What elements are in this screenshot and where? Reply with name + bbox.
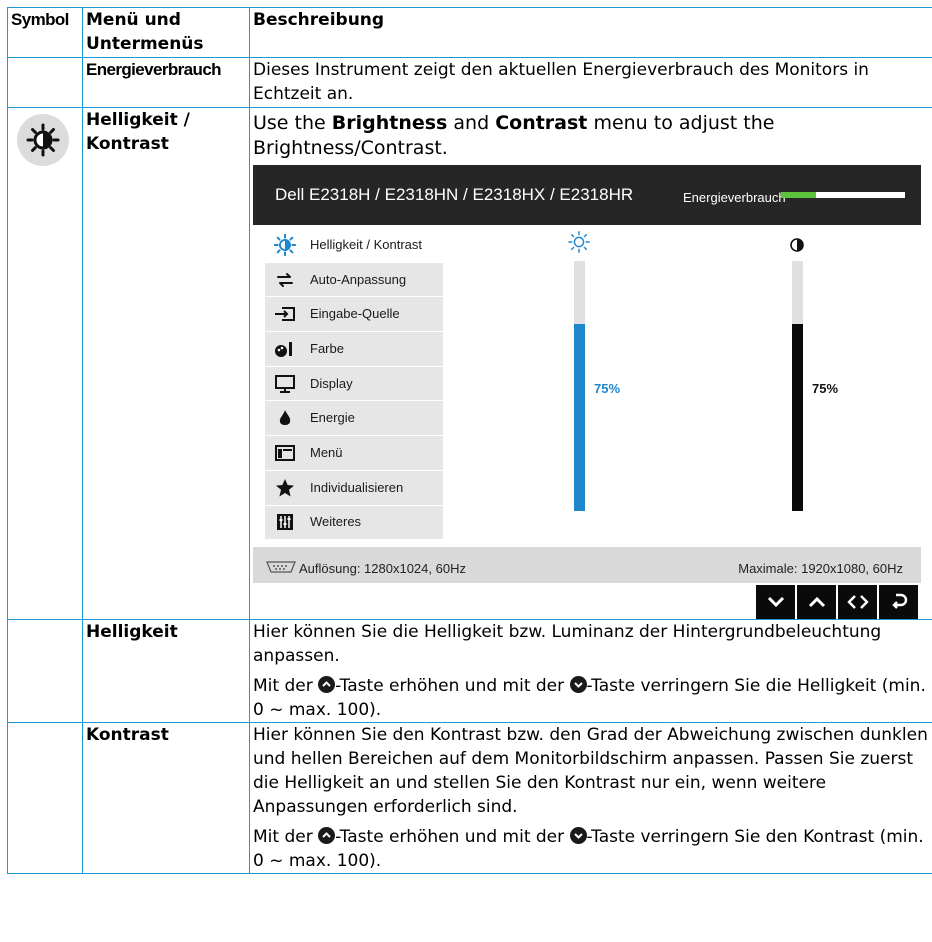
down-key-icon — [569, 827, 587, 844]
others-icon — [274, 511, 296, 533]
osd-menu: Helligkeit / Kontrast Auto-Anpassung Ein… — [265, 228, 443, 541]
back-icon — [891, 593, 907, 609]
contrast-slider[interactable] — [792, 261, 803, 511]
symbol-cell-empty — [7, 722, 83, 874]
osd-screenshot: Dell E2318H / E2318HN / E2318HX / E2318H… — [253, 165, 921, 619]
header-description: Beschreibung — [249, 7, 932, 58]
vga-icon — [265, 558, 297, 582]
header-symbol: Symbol — [7, 7, 83, 58]
color-icon — [274, 338, 296, 360]
contrast-slider-fill — [792, 323, 803, 511]
menu-item-label: Display — [310, 375, 353, 391]
osd-model-title: Dell E2318H / E2318HN / E2318HX / E2318H… — [275, 185, 634, 204]
down-key-icon — [569, 676, 587, 693]
brightness-slider[interactable] — [574, 261, 585, 511]
brightness-value: 75% — [594, 381, 621, 396]
auto-adjust-icon — [274, 269, 296, 291]
menu-label-energy: Energieverbrauch — [82, 57, 250, 108]
chevron-down-icon — [767, 596, 784, 608]
menu-item-input-source[interactable]: Eingabe-Quelle — [265, 297, 443, 333]
back-button[interactable] — [879, 585, 918, 619]
energy-icon — [274, 407, 296, 429]
symbol-cell-empty — [7, 57, 83, 108]
brightness-text: Hier können Sie die Helligkeit bzw. Lumi… — [253, 622, 882, 666]
osd-energy-label: Energieverbrauch — [683, 190, 786, 205]
chevron-up-icon — [808, 596, 825, 608]
up-key-icon — [318, 676, 336, 693]
symbol-cell-brightness — [7, 107, 83, 620]
description-brightness-contrast: Use the Brightness and Contrast menu to … — [249, 107, 932, 620]
table-row-contrast: Kontrast Hier können Sie den Kontrast bz… — [7, 722, 932, 874]
menu-item-label: Farbe — [310, 340, 344, 356]
menu-item-personalize[interactable]: Individualisieren — [265, 470, 443, 506]
menu-item-auto-adjust[interactable]: Auto-Anpassung — [265, 262, 443, 298]
menu-item-label: Auto-Anpassung — [310, 271, 407, 287]
manual-table: Symbol Menü und Untermenüs Beschreibung … — [7, 7, 932, 874]
brightness-icon — [274, 233, 296, 256]
table-row-brightness-contrast: Helligkeit / Kontrast Use the Brightness… — [7, 107, 932, 620]
energy-meter — [781, 192, 905, 198]
menu-item-color[interactable]: Farbe — [265, 332, 443, 367]
osd-body: Helligkeit / Kontrast Auto-Anpassung Ein… — [253, 225, 921, 547]
table-row-brightness: Helligkeit Hier können Sie die Helligkei… — [7, 619, 932, 723]
max-resolution: Maximale: 1920x1080, 60Hz — [738, 561, 903, 576]
select-button[interactable] — [838, 585, 877, 619]
menu-label-contrast: Kontrast — [82, 722, 250, 874]
header-menu: Menü und Untermenüs — [82, 7, 250, 58]
menu-label-brightness-contrast: Helligkeit / Kontrast — [82, 107, 250, 620]
table-row-energy: Energieverbrauch Dieses Instrument zeigt… — [7, 57, 932, 108]
energy-meter-fill — [781, 192, 816, 198]
menu-item-label: Energie — [310, 410, 355, 426]
input-source-icon — [274, 303, 296, 325]
menu-icon — [274, 442, 296, 464]
menu-item-menu[interactable]: Menü — [265, 436, 443, 471]
symbol-cell-empty — [7, 619, 83, 723]
brightness-keys-text: Mit der -Taste erhöhen und mit der -Tast… — [253, 676, 926, 720]
menu-item-energy[interactable]: Energie — [265, 401, 443, 437]
menu-item-label: Eingabe-Quelle — [310, 306, 400, 322]
contrast-keys-text: Mit der -Taste erhöhen und mit der -Tast… — [253, 827, 924, 871]
brightness-slider-icon — [568, 231, 590, 260]
menu-item-display[interactable]: Display — [265, 366, 443, 402]
menu-item-label: Menü — [310, 444, 343, 460]
menu-item-label: Individualisieren — [310, 479, 404, 495]
up-key-icon — [318, 827, 336, 844]
current-resolution: Auflösung: 1280x1024, 60Hz — [299, 561, 466, 576]
menu-label-brightness: Helligkeit — [82, 619, 250, 723]
contrast-value: 75% — [812, 381, 839, 396]
menu-item-label: Helligkeit / Kontrast — [310, 236, 422, 252]
menu-item-brightness-contrast[interactable]: Helligkeit / Kontrast — [265, 228, 443, 263]
osd-header: Dell E2318H / E2318HN / E2318HX / E2318H… — [253, 165, 921, 225]
osd-nav-buttons — [754, 585, 918, 619]
menu-item-others[interactable]: Weiteres — [265, 505, 443, 541]
menu-item-label: Weiteres — [310, 514, 362, 530]
display-icon — [274, 373, 296, 395]
star-icon — [274, 477, 296, 499]
description-energy: Dieses Instrument zeigt den aktuellen En… — [249, 57, 932, 108]
table-header-row: Symbol Menü und Untermenüs Beschreibung — [7, 7, 932, 58]
left-right-icon — [846, 595, 869, 609]
brightness-slider-fill — [574, 323, 585, 511]
contrast-slider-icon — [790, 235, 804, 259]
contrast-text: Hier können Sie den Kontrast bzw. den Gr… — [253, 725, 928, 817]
osd-intro-text: Use the Brightness and Contrast menu to … — [253, 112, 775, 159]
description-brightness: Hier können Sie die Helligkeit bzw. Lumi… — [249, 619, 932, 723]
up-button[interactable] — [797, 585, 836, 619]
osd-footer: Auflösung: 1280x1024, 60Hz Maximale: 192… — [253, 547, 921, 583]
down-button[interactable] — [756, 585, 795, 619]
brightness-contrast-icon — [17, 114, 69, 166]
description-contrast: Hier können Sie den Kontrast bzw. den Gr… — [249, 722, 932, 874]
